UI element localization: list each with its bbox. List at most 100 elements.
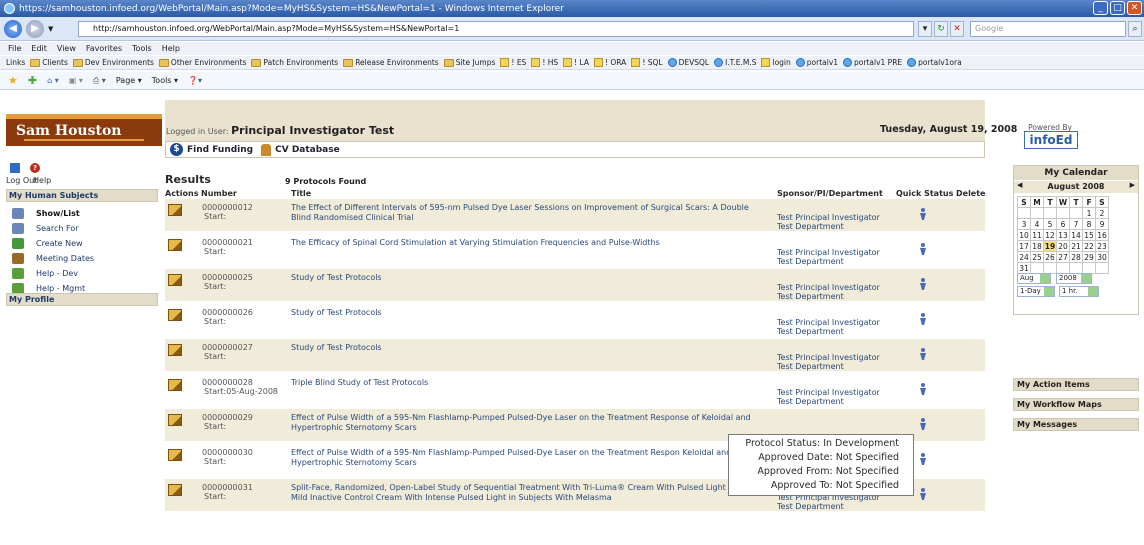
calendar-day[interactable]: 21 bbox=[1069, 240, 1083, 252]
protocol-number[interactable]: 0000000029 bbox=[202, 413, 253, 422]
col-sponsor[interactable]: Sponsor/PI/Department bbox=[777, 189, 883, 198]
protocol-title[interactable]: The Effect of Different Intervals of 595… bbox=[291, 203, 761, 223]
forward-button[interactable]: ▶ bbox=[26, 20, 44, 38]
calendar-day[interactable]: 1 bbox=[1082, 207, 1096, 219]
calendar-day[interactable]: 13 bbox=[1056, 229, 1070, 241]
open-folder-icon[interactable] bbox=[168, 414, 182, 426]
calendar-day[interactable]: 19 bbox=[1043, 240, 1057, 252]
help-link[interactable]: Help bbox=[33, 176, 51, 185]
calendar-day[interactable]: 23 bbox=[1095, 240, 1109, 252]
open-folder-icon[interactable] bbox=[168, 484, 182, 496]
calendar-day[interactable]: 3 bbox=[1017, 218, 1031, 230]
page-menu[interactable]: Page ▾ bbox=[116, 76, 142, 85]
menu-favorites[interactable]: Favorites bbox=[86, 42, 122, 55]
protocol-number[interactable]: 0000000012 bbox=[202, 203, 253, 212]
protocol-title[interactable]: Effect of Pulse Width of a 595-Nm Flashl… bbox=[291, 413, 761, 433]
open-folder-icon[interactable] bbox=[168, 309, 182, 321]
my-action-items[interactable]: My Action Items bbox=[1013, 378, 1139, 391]
add-favorite-icon[interactable]: ✚ bbox=[28, 74, 37, 87]
link-other-environments[interactable]: Other Environments bbox=[158, 58, 246, 67]
minimize-button[interactable]: _ bbox=[1093, 1, 1108, 15]
calendar-day[interactable]: 16 bbox=[1095, 229, 1109, 241]
my-messages[interactable]: My Messages bbox=[1013, 418, 1139, 431]
calendar-day[interactable]: 27 bbox=[1056, 251, 1070, 263]
menu-help[interactable]: Help bbox=[162, 42, 180, 55]
link-ora[interactable]: ! ORA bbox=[593, 58, 626, 67]
protocol-title[interactable]: Triple Blind Study of Test Protocols bbox=[291, 378, 761, 388]
calendar-day[interactable]: 9 bbox=[1095, 218, 1109, 230]
open-folder-icon[interactable] bbox=[168, 204, 182, 216]
infoed-logo[interactable]: infoEd bbox=[1024, 131, 1078, 149]
close-button[interactable]: ✕ bbox=[1127, 1, 1142, 15]
menu-edit[interactable]: Edit bbox=[31, 42, 47, 55]
menu-file[interactable]: File bbox=[8, 42, 21, 55]
protocol-title[interactable]: Study of Test Protocols bbox=[291, 273, 761, 283]
info-icon[interactable] bbox=[917, 382, 929, 396]
menu-tools[interactable]: Tools bbox=[132, 42, 152, 55]
link-devsql[interactable]: DEVSQL bbox=[667, 58, 709, 67]
university-logo[interactable]: Sam Houston bbox=[6, 100, 162, 146]
calendar-day[interactable]: 25 bbox=[1030, 251, 1044, 263]
link-login[interactable]: login bbox=[761, 58, 791, 67]
link-portalv1ora[interactable]: portalv1ora bbox=[907, 58, 962, 67]
protocol-number[interactable]: 0000000026 bbox=[202, 308, 253, 317]
calendar-day[interactable]: 20 bbox=[1056, 240, 1070, 252]
info-icon[interactable] bbox=[917, 242, 929, 256]
next-month-icon[interactable]: ▶ bbox=[1130, 181, 1135, 189]
sidebar-item-meeting-dates[interactable]: Meeting Dates bbox=[6, 251, 158, 266]
info-icon[interactable] bbox=[917, 347, 929, 361]
open-folder-icon[interactable] bbox=[168, 449, 182, 461]
calendar-day[interactable]: 24 bbox=[1017, 251, 1031, 263]
tools-menu[interactable]: Tools ▾ bbox=[152, 76, 178, 85]
help-icon[interactable]: ❓▾ bbox=[188, 76, 202, 85]
calendar-day[interactable]: 30 bbox=[1095, 251, 1109, 263]
refresh-icon[interactable]: ↻ bbox=[934, 21, 948, 37]
info-icon[interactable] bbox=[917, 277, 929, 291]
address-dropdown-icon[interactable]: ▾ bbox=[918, 21, 932, 37]
link-site-jumps[interactable]: Site Jumps bbox=[443, 58, 495, 67]
calendar-day[interactable]: 4 bbox=[1030, 218, 1044, 230]
calendar-day[interactable]: 10 bbox=[1017, 229, 1031, 241]
back-button[interactable]: ◀ bbox=[4, 20, 22, 38]
address-input[interactable]: http://samhouston.infoed.org/WebPortal/M… bbox=[78, 21, 914, 37]
search-icon[interactable]: ⌕ bbox=[1128, 21, 1142, 37]
protocol-title[interactable]: Split-Face, Randomized, Open-Label Study… bbox=[291, 483, 761, 503]
protocol-number[interactable]: 0000000028 bbox=[202, 378, 253, 387]
protocol-number[interactable]: 0000000027 bbox=[202, 343, 253, 352]
link-dev-environments[interactable]: Dev Environments bbox=[72, 58, 154, 67]
calendar-day[interactable]: 29 bbox=[1082, 251, 1096, 263]
sidebar-item-help-dev[interactable]: Help - Dev bbox=[6, 266, 158, 281]
info-icon[interactable] bbox=[917, 207, 929, 221]
home-icon[interactable]: ⌂ ▾ bbox=[47, 76, 59, 85]
calendar-day[interactable]: 17 bbox=[1017, 240, 1031, 252]
calendar-day[interactable]: 7 bbox=[1069, 218, 1083, 230]
calendar-day[interactable]: 5 bbox=[1043, 218, 1057, 230]
calendar-day[interactable]: 22 bbox=[1082, 240, 1096, 252]
link-clients[interactable]: Clients bbox=[30, 58, 68, 67]
calendar-day[interactable]: 15 bbox=[1082, 229, 1096, 241]
calendar-day[interactable]: 26 bbox=[1043, 251, 1057, 263]
prev-month-icon[interactable]: ◀ bbox=[1017, 181, 1022, 189]
open-folder-icon[interactable] bbox=[168, 344, 182, 356]
calendar-day[interactable]: 31 bbox=[1017, 262, 1031, 274]
my-human-subjects-header[interactable]: My Human Subjects bbox=[6, 189, 158, 202]
link-la[interactable]: ! LA bbox=[563, 58, 589, 67]
protocol-number[interactable]: 0000000025 bbox=[202, 273, 253, 282]
cv-database-link[interactable]: CV Database bbox=[275, 145, 340, 155]
info-icon[interactable] bbox=[917, 487, 929, 501]
stop-icon[interactable]: ✕ bbox=[950, 21, 964, 37]
protocol-title[interactable]: The Efficacy of Spinal Cord Stimulation … bbox=[291, 238, 761, 248]
menu-view[interactable]: View bbox=[57, 42, 76, 55]
sidebar-item-show-list[interactable]: Show/List bbox=[6, 206, 158, 221]
protocol-number[interactable]: 0000000031 bbox=[202, 483, 253, 492]
calendar-day[interactable]: 8 bbox=[1082, 218, 1096, 230]
help-icon[interactable]: ? bbox=[30, 163, 40, 173]
month-select[interactable]: Aug bbox=[1017, 273, 1051, 284]
logout-icon[interactable] bbox=[10, 163, 20, 173]
calendar-day[interactable]: 6 bbox=[1056, 218, 1070, 230]
info-icon[interactable] bbox=[917, 452, 929, 466]
link-release-environments[interactable]: Release Environments bbox=[343, 58, 439, 67]
link-sql[interactable]: ! SQL bbox=[631, 58, 663, 67]
search-input[interactable]: Google bbox=[970, 21, 1126, 37]
calendar-day[interactable]: 14 bbox=[1069, 229, 1083, 241]
